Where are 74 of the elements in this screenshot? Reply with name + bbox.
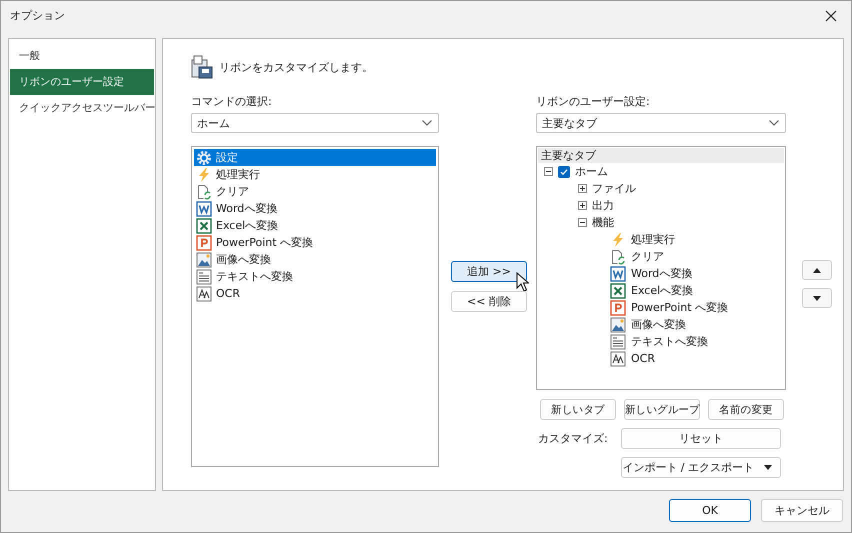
- collapse-icon[interactable]: [578, 218, 587, 227]
- caret-down-icon: [764, 465, 772, 470]
- tab-action-button[interactable]: 新しいグループ: [624, 399, 700, 420]
- document-w-icon: [610, 266, 626, 282]
- move-button[interactable]: << 削除: [451, 291, 527, 312]
- checkbox[interactable]: [558, 166, 570, 178]
- reset-button[interactable]: リセット: [621, 428, 781, 449]
- triangle-down-icon: [813, 296, 821, 300]
- dropdown-value: ホーム: [197, 116, 230, 130]
- field-label: コマンドの選択:: [191, 94, 273, 110]
- import-export-button[interactable]: インポート / エクスポート: [621, 457, 781, 478]
- move-down-button[interactable]: [802, 288, 832, 308]
- sidebar-item[interactable]: リボンのユーザー設定: [10, 69, 154, 95]
- mouse-pointer-icon: [516, 272, 529, 292]
- tree-item[interactable]: 出力: [592, 198, 614, 213]
- tree-item[interactable]: テキストへ変換: [631, 334, 708, 349]
- command-item[interactable]: Wordへ変換: [194, 200, 436, 217]
- dropdown-value: 主要なタブ: [542, 116, 597, 130]
- expand-icon[interactable]: [578, 201, 587, 210]
- ocr-icon: [196, 286, 212, 302]
- field-label: カスタマイズ:: [537, 431, 609, 446]
- slides-p-icon: [610, 300, 626, 316]
- command-item[interactable]: テキストへ変換: [194, 268, 436, 285]
- slides-p-icon: [196, 234, 212, 250]
- window-title: オプション: [10, 8, 65, 23]
- document-w-icon: [196, 200, 212, 216]
- command-item[interactable]: 画像へ変換: [194, 251, 436, 268]
- text-lines-icon: [610, 334, 626, 350]
- ocr-icon: [610, 350, 626, 366]
- gear-icon: [196, 150, 212, 166]
- command-item[interactable]: 設定: [194, 149, 436, 166]
- collapse-icon[interactable]: [544, 167, 553, 176]
- dropdown[interactable]: 主要なタブ: [536, 113, 786, 133]
- section-heading: リボンをカスタマイズします。: [219, 60, 373, 74]
- dropdown[interactable]: ホーム: [191, 113, 439, 133]
- tree-item[interactable]: PowerPoint へ変換: [631, 300, 728, 315]
- command-item[interactable]: PowerPoint へ変換: [194, 234, 436, 251]
- spreadsheet-x-icon: [196, 218, 212, 234]
- sidebar-item[interactable]: クイックアクセスツールバー: [10, 95, 154, 121]
- tab-action-button[interactable]: 新しいタブ: [540, 399, 616, 420]
- page-refresh-icon: [196, 184, 212, 200]
- tree-item[interactable]: Excelへ変換: [631, 283, 694, 298]
- close-icon: [825, 10, 837, 22]
- command-item[interactable]: Excelへ変換: [194, 217, 436, 234]
- tree-item[interactable]: 機能: [592, 215, 614, 230]
- tree-item[interactable]: Wordへ変換: [631, 266, 692, 281]
- lightning-icon: [196, 166, 212, 182]
- tree-item[interactable]: ファイル: [592, 181, 636, 196]
- dialog-button[interactable]: キャンセル: [761, 499, 843, 522]
- spreadsheet-x-icon: [610, 282, 626, 298]
- move-up-button[interactable]: [802, 260, 832, 280]
- tree-item[interactable]: 処理実行: [631, 232, 675, 247]
- dialog-button[interactable]: OK: [669, 499, 751, 522]
- command-item[interactable]: 処理実行: [194, 166, 436, 183]
- image-icon: [196, 252, 212, 268]
- text-lines-icon: [196, 268, 212, 284]
- command-item[interactable]: OCR: [194, 285, 436, 302]
- image-icon: [610, 316, 626, 332]
- triangle-up-icon: [813, 268, 821, 272]
- page-refresh-icon: [610, 248, 626, 264]
- sidebar-item[interactable]: 一般: [10, 43, 154, 69]
- expand-icon[interactable]: [578, 184, 587, 193]
- tree-item[interactable]: クリア: [631, 249, 664, 264]
- command-item[interactable]: クリア: [194, 183, 436, 200]
- chevron-down-icon: [422, 120, 432, 126]
- tree-item[interactable]: 画像へ変換: [631, 317, 686, 332]
- tree-item[interactable]: ホーム: [575, 164, 608, 179]
- lightning-icon: [610, 232, 626, 248]
- field-label: リボンのユーザー設定:: [536, 94, 651, 110]
- tree-header: 主要なタブ: [538, 148, 784, 163]
- tab-action-button[interactable]: 名前の変更: [708, 399, 784, 420]
- chevron-down-icon: [769, 120, 779, 126]
- tree-item[interactable]: OCR: [631, 352, 655, 365]
- ribbon-customize-icon: [191, 55, 213, 79]
